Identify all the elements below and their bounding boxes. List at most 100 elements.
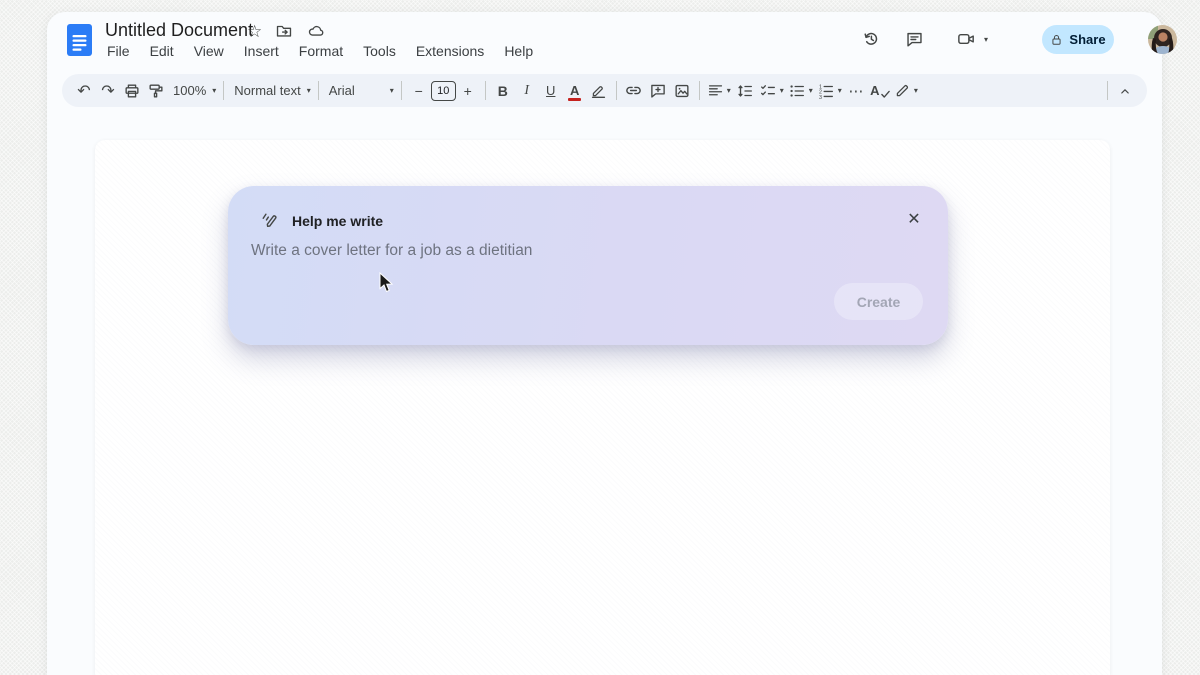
font-family-select[interactable]: Arial ▾ <box>324 78 396 104</box>
menu-extensions[interactable]: Extensions <box>413 42 487 60</box>
paint-roller-icon <box>147 82 165 100</box>
video-camera-icon <box>956 29 977 49</box>
create-button[interactable]: Create <box>834 283 923 320</box>
numbered-list-button[interactable]: 1 2 3 ▾ <box>815 78 844 104</box>
more-formats-button[interactable]: ⋯ <box>844 78 868 104</box>
menu-tools[interactable]: Tools <box>360 42 399 60</box>
comments-button[interactable] <box>901 26 927 52</box>
menu-format[interactable]: Format <box>296 42 346 60</box>
spellcheck-button[interactable]: A <box>868 78 892 104</box>
zoom-select[interactable]: 100% ▾ <box>168 78 218 104</box>
highlight-color-button[interactable] <box>587 78 611 104</box>
font-caret-icon: ▾ <box>390 87 394 95</box>
underline-icon: U <box>546 83 555 98</box>
underline-button[interactable]: U <box>539 78 563 104</box>
title-actions: ☆ <box>247 21 325 41</box>
close-dialog-button[interactable]: ✕ <box>903 208 925 230</box>
plus-icon: + <box>464 83 472 99</box>
italic-icon: I <box>524 83 529 99</box>
style-caret-icon: ▾ <box>307 87 311 95</box>
dialog-title: Help me write <box>292 213 383 229</box>
add-comment-button[interactable] <box>646 78 670 104</box>
lock-icon <box>1050 33 1063 47</box>
help-me-write-dialog: Help me write ✕ Write a cover letter for… <box>228 186 948 345</box>
bulleted-list-icon <box>788 82 806 100</box>
meet-dropdown-caret-icon[interactable]: ▾ <box>984 36 988 44</box>
line-spacing-button[interactable] <box>733 78 757 104</box>
font-family-value: Arial <box>326 83 358 98</box>
version-history-button[interactable] <box>858 26 884 52</box>
document-title[interactable]: Untitled Document <box>105 20 253 41</box>
checklist-caret-icon: ▾ <box>780 87 784 95</box>
toolbar-divider <box>699 81 700 100</box>
account-avatar[interactable] <box>1148 25 1177 54</box>
more-icon: ⋯ <box>848 82 863 100</box>
desktop: { "header": { "doc_title": "Untitled Doc… <box>0 0 1200 675</box>
insert-link-button[interactable] <box>622 78 646 104</box>
checklist-button[interactable]: ▾ <box>757 78 786 104</box>
svg-text:3: 3 <box>819 95 822 100</box>
menu-file[interactable]: File <box>104 42 133 60</box>
italic-button[interactable]: I <box>515 78 539 104</box>
share-button-label: Share <box>1069 32 1105 47</box>
zoom-value: 100% <box>170 83 209 98</box>
toolbar-divider <box>318 81 319 100</box>
bold-button[interactable]: B <box>491 78 515 104</box>
pen-tools-button[interactable]: ▾ <box>892 78 920 104</box>
paint-format-button[interactable] <box>144 78 168 104</box>
dialog-header: Help me write <box>260 211 383 230</box>
toolbar-divider <box>616 81 617 100</box>
font-size-input[interactable]: 10 <box>431 81 456 101</box>
align-button[interactable]: ▾ <box>705 78 733 104</box>
print-icon <box>123 82 141 100</box>
bold-icon: B <box>498 83 508 99</box>
toolbar-divider <box>485 81 486 100</box>
google-docs-logo-icon[interactable] <box>67 24 92 56</box>
bulleted-list-caret-icon: ▾ <box>809 87 813 95</box>
header-right-cluster: ▾ Share <box>762 12 1162 68</box>
undo-button[interactable]: ↶ <box>72 78 96 104</box>
chevron-up-icon <box>1117 83 1133 99</box>
meet-button[interactable] <box>953 26 979 52</box>
bulleted-list-button[interactable]: ▾ <box>786 78 815 104</box>
hide-menus-button[interactable] <box>1113 78 1137 104</box>
share-button[interactable]: Share <box>1042 25 1114 54</box>
cloud-status-icon[interactable] <box>306 22 325 40</box>
move-folder-icon[interactable] <box>275 22 293 40</box>
redo-button[interactable]: ↷ <box>96 78 120 104</box>
menu-edit[interactable]: Edit <box>147 42 177 60</box>
close-icon: ✕ <box>907 209 920 229</box>
numbered-list-caret-icon: ▾ <box>838 87 842 95</box>
menu-insert[interactable]: Insert <box>241 42 282 60</box>
paragraph-style-value: Normal text <box>231 83 303 98</box>
text-color-icon: A <box>570 84 579 97</box>
align-caret-icon: ▾ <box>727 87 731 95</box>
star-icon[interactable]: ☆ <box>247 23 262 40</box>
avatar-photo <box>1148 25 1177 54</box>
prompt-input[interactable]: Write a cover letter for a job as a diet… <box>251 242 532 260</box>
align-left-icon <box>707 82 724 99</box>
insert-image-button[interactable] <box>670 78 694 104</box>
print-button[interactable] <box>120 78 144 104</box>
menu-help[interactable]: Help <box>501 42 536 60</box>
line-spacing-icon <box>736 82 754 100</box>
decrease-font-size-button[interactable]: − <box>407 78 431 104</box>
comment-icon <box>905 30 924 49</box>
highlighter-icon <box>590 82 607 99</box>
link-icon <box>624 81 643 100</box>
image-icon <box>673 82 691 100</box>
undo-icon: ↶ <box>77 81 90 101</box>
toolbar-divider <box>401 81 402 100</box>
add-comment-icon <box>649 82 667 100</box>
toolbar-divider <box>1107 81 1108 100</box>
spellcheck-icon: A <box>870 83 879 98</box>
redo-icon: ↷ <box>101 81 114 101</box>
toolbar: ↶ ↷ 100% ▾ Normal text ▾ Aria <box>62 74 1147 107</box>
increase-font-size-button[interactable]: + <box>456 78 480 104</box>
create-button-label: Create <box>857 294 901 310</box>
paragraph-style-select[interactable]: Normal text ▾ <box>229 78 312 104</box>
menu-view[interactable]: View <box>191 42 227 60</box>
pen-caret-icon: ▾ <box>914 87 918 95</box>
menu-bar: File Edit View Insert Format Tools Exten… <box>104 42 536 60</box>
text-color-button[interactable]: A <box>563 78 587 104</box>
